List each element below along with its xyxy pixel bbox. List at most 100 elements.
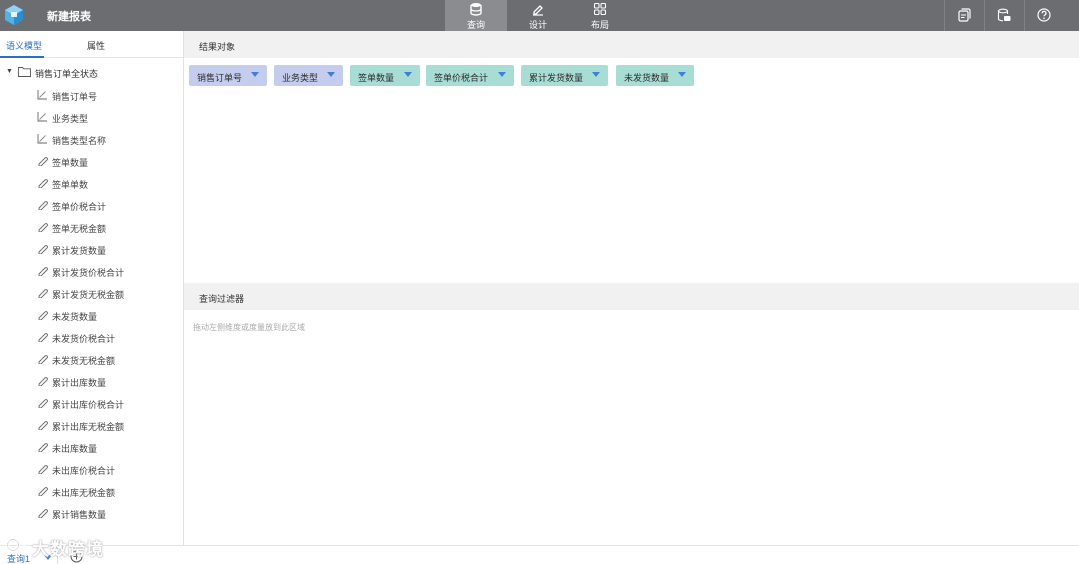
tree-dimension-item[interactable]: 业务类型 <box>0 109 183 125</box>
result-chip[interactable]: 未发货数量 <box>616 65 694 86</box>
tree-item-label: 未发货数量 <box>52 312 98 322</box>
database-icon <box>470 3 482 16</box>
result-chip-label: 业务类型 <box>282 73 319 83</box>
measure-icon <box>38 333 48 342</box>
chevron-down-icon[interactable] <box>404 72 412 77</box>
tree-measure-item[interactable]: 未发货价税合计 <box>0 329 183 345</box>
filter-drop-hint: 拖动左侧维度或度量放到此区域 <box>193 323 305 332</box>
tab-properties[interactable]: 属性 <box>87 39 105 52</box>
tree-dimension-item[interactable]: 销售类型名称 <box>0 131 183 147</box>
pencil-icon <box>533 5 543 16</box>
measure-icon <box>38 157 48 166</box>
measure-icon <box>38 465 48 474</box>
dimension-icon <box>37 90 47 100</box>
chevron-down-icon[interactable] <box>678 72 686 77</box>
measure-icon <box>38 399 48 408</box>
result-objects-title: 结果对象 <box>199 42 236 52</box>
tree-item-label: 业务类型 <box>52 114 89 124</box>
tree-measure-item[interactable]: 累计出库数量 <box>0 373 183 389</box>
app-title: 新建报表 <box>47 11 91 23</box>
tree-item-label: 未出库无税金额 <box>52 488 116 498</box>
result-chip[interactable]: 业务类型 <box>274 65 343 86</box>
tree-item-label: 销售订单号 <box>52 92 98 102</box>
tree-measure-item[interactable]: 累计销售数量 <box>0 505 183 521</box>
tree-measure-item[interactable]: 签单单数 <box>0 175 183 191</box>
query-filter-header: 查询过滤器 <box>184 283 1079 310</box>
measure-icon <box>38 377 48 386</box>
tree-item-label: 签单数量 <box>52 158 89 168</box>
measure-icon <box>38 223 48 232</box>
result-chip-label: 签单价税合计 <box>434 73 489 83</box>
tree-item-label: 累计出库价税合计 <box>52 400 125 410</box>
tab-query-label: 查询 <box>466 20 485 30</box>
tab-semantic-model[interactable]: 语义模型 <box>6 39 42 52</box>
tab-layout-label: 布局 <box>590 20 609 30</box>
tree-measure-item[interactable]: 累计出库无税金额 <box>0 417 183 433</box>
tree-measure-item[interactable]: 未出库无税金额 <box>0 483 183 499</box>
tree-measure-item[interactable]: 签单价税合计 <box>0 197 183 213</box>
tree-item-label: 签单价税合计 <box>52 202 107 212</box>
grid-icon <box>593 2 607 16</box>
top-bar: 新建报表 查询 设计 布局 <box>0 0 1079 31</box>
active-tab-indicator <box>0 56 44 58</box>
result-chip[interactable]: 累计发货数量 <box>521 65 608 86</box>
tab-query[interactable]: 查询 <box>445 0 507 31</box>
result-chip-label: 未发货数量 <box>624 73 670 83</box>
caret-down-icon[interactable]: ▼ <box>6 68 13 75</box>
app-logo-icon <box>5 5 23 25</box>
tree-item-label: 累计出库无税金额 <box>52 422 125 432</box>
tree-item-label: 未发货价税合计 <box>52 334 116 344</box>
chevron-down-icon[interactable] <box>327 72 335 77</box>
tab-layout[interactable]: 布局 <box>569 0 631 31</box>
left-tabs: 语义模型 属性 <box>0 31 183 58</box>
chevron-down-icon[interactable] <box>592 72 600 77</box>
tree-root[interactable]: ▼ 销售订单全状态 <box>0 65 183 81</box>
tree-measure-item[interactable]: 累计发货数量 <box>0 241 183 257</box>
dimension-icon <box>37 134 47 144</box>
tab-design[interactable]: 设计 <box>507 0 569 31</box>
sql-icon <box>997 8 1011 22</box>
tree-item-label: 累计销售数量 <box>52 510 107 520</box>
semantic-model-panel: 语义模型 属性 ▼ 销售订单全状态 销售订单号业务类型销售类型名称 签单数量签单单… <box>0 31 184 545</box>
tree-measure-item[interactable]: 未发货数量 <box>0 307 183 323</box>
result-objects-header: 结果对象 <box>184 31 1079 58</box>
measure-icon <box>38 267 48 276</box>
result-chip[interactable]: 签单数量 <box>350 65 420 86</box>
chevron-down-icon[interactable] <box>498 72 506 77</box>
tree-item-label: 累计出库数量 <box>52 378 107 388</box>
tree-measure-item[interactable]: 签单数量 <box>0 153 183 169</box>
measure-icon <box>38 487 48 496</box>
tree-measure-item[interactable]: 累计发货无税金额 <box>0 285 183 301</box>
measure-icon <box>38 245 48 254</box>
tree-item-label: 未出库数量 <box>52 444 98 454</box>
tree-item-label: 未发货无税金额 <box>52 356 116 366</box>
tree-measure-item[interactable]: 未出库数量 <box>0 439 183 455</box>
tree-item-label: 累计发货数量 <box>52 246 107 256</box>
tree-measure-item[interactable]: 未出库价税合计 <box>0 461 183 477</box>
result-chip[interactable]: 销售订单号 <box>189 65 267 86</box>
tree-item-label: 未出库价税合计 <box>52 466 116 476</box>
measure-icon <box>38 289 48 298</box>
copy-button[interactable] <box>944 0 982 31</box>
help-button[interactable] <box>1024 0 1062 31</box>
tree-measure-item[interactable]: 累计发货价税合计 <box>0 263 183 279</box>
tree-measure-item[interactable]: 签单无税金额 <box>0 219 183 235</box>
tree-measure-item[interactable]: 累计出库价税合计 <box>0 395 183 411</box>
tree-root-label: 销售订单全状态 <box>35 69 99 79</box>
copy-icon <box>958 8 971 22</box>
tab-design-label: 设计 <box>528 20 547 30</box>
result-chip-label: 签单数量 <box>358 73 395 83</box>
watermark-text: 大数跨境 <box>32 540 104 559</box>
tree-item-label: 签单无税金额 <box>52 224 107 234</box>
tree-item-label: 销售类型名称 <box>52 136 107 146</box>
tree-item-label: 累计发货价税合计 <box>52 268 125 278</box>
dimension-icon <box>37 112 47 122</box>
tree-item-label: 签单单数 <box>52 180 89 190</box>
measure-icon <box>38 179 48 188</box>
tree-measure-item[interactable]: 未发货无税金额 <box>0 351 183 367</box>
result-chip[interactable]: 签单价税合计 <box>426 65 514 86</box>
sql-button[interactable] <box>984 0 1022 31</box>
tree-dimension-item[interactable]: 销售订单号 <box>0 87 183 103</box>
result-chip-label: 销售订单号 <box>197 73 243 83</box>
chevron-down-icon[interactable] <box>251 72 259 77</box>
